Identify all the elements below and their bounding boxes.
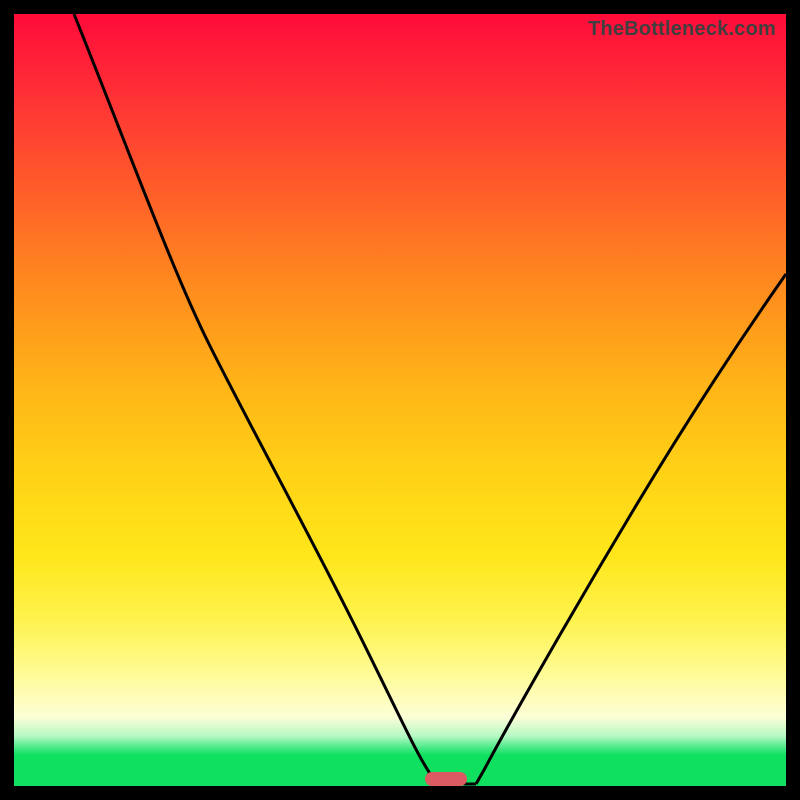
bottleneck-curve — [14, 14, 786, 786]
chart-plot-area: TheBottleneck.com — [14, 14, 786, 786]
watermark-label: TheBottleneck.com — [588, 18, 776, 41]
curve-right — [476, 274, 786, 784]
chart-frame: TheBottleneck.com — [0, 0, 800, 800]
curve-left — [74, 14, 429, 784]
optimal-range-marker — [425, 772, 467, 786]
